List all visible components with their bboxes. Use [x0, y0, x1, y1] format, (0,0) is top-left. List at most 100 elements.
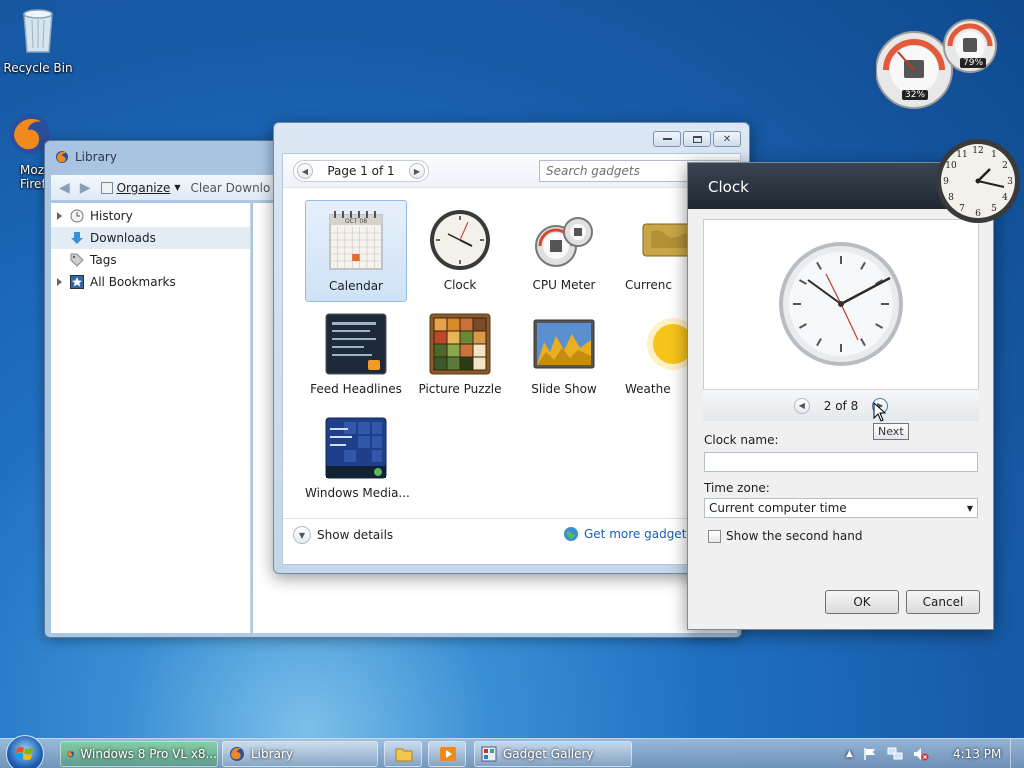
organize-label: Organize [116, 180, 171, 195]
folder-icon [395, 748, 413, 762]
taskbar: Windows 8 Pro VL x8... Library Gadget Ga… [0, 735, 1024, 768]
svg-text:12: 12 [972, 146, 983, 156]
calendar-month: OCT 08 [344, 218, 368, 225]
taskbar-item-label: Library [251, 747, 293, 761]
start-button[interactable] [6, 735, 44, 768]
clock-icon [70, 209, 84, 223]
svg-text:6: 6 [975, 209, 981, 219]
forward-arrow-icon[interactable]: ▶ [80, 180, 91, 196]
gadget-tile-weather[interactable]: Weathe [617, 304, 687, 406]
svg-text:1: 1 [991, 150, 997, 160]
organize-icon [100, 181, 113, 194]
sidebar-item-label: All Bookmarks [90, 275, 176, 289]
back-arrow-icon[interactable]: ◀ [59, 180, 70, 196]
expand-triangle-icon[interactable] [57, 212, 62, 220]
download-arrow-icon [71, 232, 83, 244]
feed-headlines-icon [324, 312, 388, 376]
maximize-icon [692, 135, 702, 143]
gallery-content: ◀ Page 1 of 1 ▶ Search gadgets OCT 08 Ca… [282, 153, 741, 565]
svg-text:5: 5 [991, 204, 997, 214]
weather-icon [641, 312, 687, 376]
expand-triangle-icon[interactable] [57, 278, 62, 286]
gadget-tile-clock[interactable]: Clock [409, 200, 511, 302]
sidebar-item-all-bookmarks[interactable]: All Bookmarks [51, 271, 250, 293]
gadget-label: Picture Puzzle [418, 382, 502, 396]
gadget-tile-slide-show[interactable]: Slide Show [513, 304, 615, 406]
globe-icon [564, 527, 578, 541]
windows-logo-icon [15, 747, 33, 760]
sidebar-item-downloads[interactable]: Downloads [51, 227, 250, 249]
taskbar-item-windows8[interactable]: Windows 8 Pro VL x8... [60, 741, 218, 767]
sidebar-item-history[interactable]: History [51, 205, 250, 227]
time-zone-value: Current computer time [709, 501, 847, 515]
clock-style-pager: ◀ 2 of 8 ▶ [703, 389, 979, 421]
cancel-button[interactable]: Cancel [906, 590, 980, 614]
slide-show-icon [532, 312, 596, 376]
show-hidden-icons-icon[interactable]: ▲ [846, 749, 853, 759]
sidebar-item-label: Downloads [90, 231, 156, 245]
next-page-button[interactable]: ▶ [409, 163, 425, 179]
clock-settings-dialog[interactable]: Clock ◀ 2 of 8 ▶ Clock name: Time zone: … [687, 162, 994, 630]
svg-text:2: 2 [1002, 161, 1008, 171]
clock-time[interactable]: 4:13 PM [953, 747, 1001, 761]
previous-page-button[interactable]: ◀ [297, 163, 313, 179]
svg-text:9: 9 [943, 177, 949, 187]
gadget-tile-cpu-meter[interactable]: CPU Meter [513, 200, 615, 302]
taskbar-explorer-button[interactable] [384, 741, 422, 767]
clock-name-input[interactable] [704, 452, 978, 472]
memory-percent: 79% [960, 58, 987, 68]
second-hand-option[interactable]: Show the second hand [708, 529, 863, 543]
recycle-bin-icon[interactable]: Recycle Bin [0, 6, 76, 75]
gadget-tile-calendar[interactable]: OCT 08 Calendar [305, 200, 407, 302]
maximize-button[interactable] [683, 131, 711, 147]
star-icon [70, 275, 84, 289]
svg-text:4: 4 [1002, 193, 1008, 203]
show-details-toggle[interactable]: ▼ Show details [293, 526, 393, 544]
taskbar-item-library[interactable]: Library [222, 741, 378, 767]
window-caption-buttons: ✕ [653, 131, 741, 147]
firefox-icon [56, 151, 68, 163]
close-icon: ✕ [722, 133, 732, 145]
mouse-cursor-icon [873, 402, 887, 422]
chevron-left-icon: ◀ [301, 166, 309, 176]
second-hand-checkbox[interactable] [708, 529, 721, 543]
clock-gadget[interactable]: 12 1 2 3 4 5 6 7 8 9 10 11 [934, 137, 1022, 225]
gadget-label: Feed Headlines [310, 382, 402, 396]
gadget-tile-picture-puzzle[interactable]: Picture Puzzle [409, 304, 511, 406]
gadget-label: Weathe [625, 382, 671, 396]
media-player-icon [440, 747, 456, 761]
gadget-label: Windows Media... [305, 486, 410, 500]
sidebar-item-tags[interactable]: Tags [51, 249, 250, 271]
gallery-pager: ◀ Page 1 of 1 ▶ [293, 160, 429, 182]
minimize-button[interactable] [653, 131, 681, 147]
taskbar-item-label: Gadget Gallery [503, 747, 594, 761]
svg-text:3: 3 [1007, 177, 1013, 187]
clock-icon [428, 208, 492, 272]
show-details-label: Show details [317, 528, 394, 542]
gadget-label: CPU Meter [532, 278, 596, 292]
svg-text:10: 10 [945, 161, 957, 171]
organize-menu[interactable]: Organize ▼ [100, 180, 180, 195]
action-center-flag-icon[interactable] [863, 747, 877, 761]
gadget-tile-feed-headlines[interactable]: Feed Headlines [305, 304, 407, 406]
volume-muted-icon[interactable] [913, 747, 929, 761]
cpu-meter-gadget[interactable]: 32% 79% [875, 18, 1000, 110]
previous-clock-button[interactable]: ◀ [793, 397, 810, 414]
gadget-gallery-window[interactable]: ✕ ◀ Page 1 of 1 ▶ Search gadgets OCT 08 … [273, 122, 750, 574]
chevron-right-icon: ▶ [413, 166, 421, 176]
taskbar-media-player-button[interactable] [428, 741, 466, 767]
cpu-meter-icon [532, 208, 596, 272]
taskbar-item-gadget-gallery[interactable]: Gadget Gallery [474, 741, 632, 767]
get-more-gadgets-link[interactable]: Get more gadgets o [563, 526, 704, 542]
close-button[interactable]: ✕ [713, 131, 741, 147]
gadget-tile-windows-media[interactable]: Windows Media... [305, 408, 410, 510]
currency-icon [641, 208, 687, 272]
network-icon[interactable] [887, 747, 903, 761]
time-zone-select[interactable]: Current computer time ▼ [704, 498, 978, 518]
gadget-tile-currency[interactable]: Currenc [617, 200, 687, 302]
clear-downloads-button[interactable]: Clear Downlo [190, 181, 270, 195]
show-desktop-button[interactable] [1010, 739, 1024, 768]
ok-button[interactable]: OK [825, 590, 899, 614]
